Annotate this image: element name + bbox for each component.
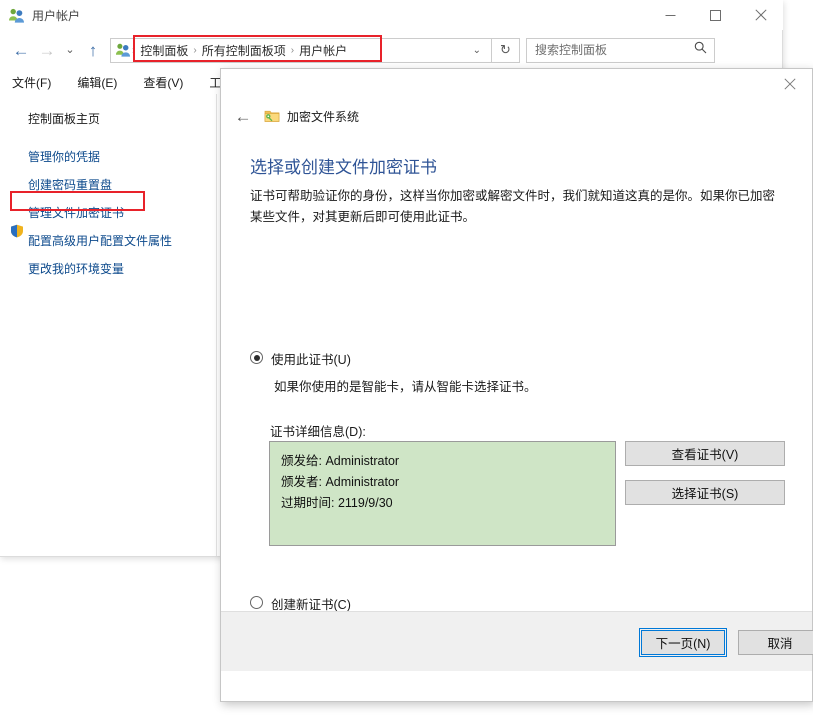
dialog-close-button[interactable] [767, 69, 812, 98]
minimize-button[interactable] [648, 0, 693, 30]
view-certificate-button[interactable]: 查看证书(V) [625, 441, 785, 466]
certificate-details-label: 证书详细信息(D): [270, 425, 366, 439]
search-box[interactable] [526, 37, 715, 63]
sidebar-item-change-environment-variables[interactable]: 更改我的环境变量 [28, 260, 124, 277]
address-bar: ← → ⌄ ↑ › 控制面板 › 所有控制面板项 › 用户帐户 ⌄ ↻ 搜索控制… [0, 30, 783, 70]
user-accounts-icon [8, 7, 25, 24]
certificate-issued-to: 颁发给: Administrator [281, 454, 400, 468]
radio-indicator-unselected [250, 596, 263, 609]
breadcrumb[interactable]: › 控制面板 › 所有控制面板项 › 用户帐户 ⌄ [110, 37, 492, 63]
search-icon [694, 41, 707, 59]
window-controls [648, 0, 783, 30]
shield-icon [10, 224, 24, 238]
navigation-pane: 控制面板主页 管理你的凭据 创建密码重置盘 管理文件加密证书 配置高级用户配置文… [0, 94, 216, 556]
sidebar-item-configure-advanced-user-profile[interactable]: 配置高级用户配置文件属性 [28, 232, 172, 249]
certificate-issued-by: 颁发者: Administrator [281, 475, 400, 489]
dialog-header-title: 加密文件系统 [287, 109, 360, 124]
certificate-details-box: 颁发给: Administrator 颁发者: Administrator 过期… [269, 441, 616, 546]
menu-item-view[interactable]: 查看(V) [143, 74, 183, 91]
nav-recent-locations-button[interactable]: ⌄ [60, 35, 80, 65]
sidebar-item-manage-credentials[interactable]: 管理你的凭据 [28, 148, 100, 165]
dialog-back-button[interactable]: ← [232, 105, 254, 127]
nav-back-button[interactable]: ← [8, 35, 34, 65]
nav-up-button[interactable]: ↑ [80, 35, 106, 65]
window-title: 用户帐户 [32, 8, 81, 23]
breadcrumb-item-all-items[interactable]: 所有控制面板项 [198, 42, 290, 59]
select-certificate-button[interactable]: 选择证书(S) [625, 480, 785, 505]
certificate-expiration-date: 过期时间: 2119/9/30 [281, 496, 393, 510]
sidebar-item-create-password-reset-disk[interactable]: 创建密码重置盘 [28, 176, 112, 193]
sidebar-item-control-panel-home[interactable]: 控制面板主页 [28, 110, 100, 127]
close-button[interactable] [738, 0, 783, 30]
breadcrumb-dropdown-icon[interactable]: ⌄ [463, 45, 491, 56]
title-bar: 用户帐户 [0, 0, 783, 30]
encrypting-file-system-dialog: ← 加密文件系统 选择或创建文件加密证书 证书可帮助验证你的身份，这样当你加密或… [220, 68, 813, 702]
breadcrumb-item-control-panel[interactable]: 控制面板 [136, 42, 192, 59]
breadcrumb-user-accounts-icon [115, 42, 131, 58]
search-input[interactable] [527, 42, 687, 58]
radio-label-use-this-certificate: 使用此证书(U) [271, 353, 351, 367]
menu-item-edit[interactable]: 编辑(E) [77, 74, 117, 91]
dialog-footer: 下一页(N) 取消 [221, 611, 813, 671]
dialog-header: ← 加密文件系统 [221, 99, 813, 133]
encrypted-folder-key-icon [264, 108, 280, 124]
nav-forward-button[interactable]: → [34, 35, 60, 65]
dialog-body: 选择或创建文件加密证书 证书可帮助验证你的身份，这样当你加密或解密文件时，我们就… [221, 133, 813, 671]
radio-use-this-certificate[interactable]: 使用此证书(U) [250, 349, 351, 368]
sidebar-item-manage-file-encryption-certificates[interactable]: 管理文件加密证书 [28, 204, 124, 221]
screen: 用户帐户 ← → ⌄ ↑ › 控制面板 › 所有控制面板项 › 用户帐户 ⌄ ↻… [0, 0, 813, 720]
cancel-button[interactable]: 取消 [738, 630, 813, 655]
dialog-description: 证书可帮助验证你的身份，这样当你加密或解密文件时，我们就知道这真的是你。如果你已… [250, 189, 776, 224]
radio-indicator-selected [250, 351, 263, 364]
maximize-button[interactable] [693, 0, 738, 30]
menu-item-file[interactable]: 文件(F) [12, 74, 51, 91]
dialog-heading: 选择或创建文件加密证书 [250, 158, 437, 177]
next-button[interactable]: 下一页(N) [639, 628, 727, 657]
smart-card-hint: 如果你使用的是智能卡，请从智能卡选择证书。 [274, 380, 537, 394]
refresh-button[interactable]: ↻ [492, 37, 520, 63]
breadcrumb-item-user-accounts[interactable]: 用户帐户 [295, 42, 351, 59]
